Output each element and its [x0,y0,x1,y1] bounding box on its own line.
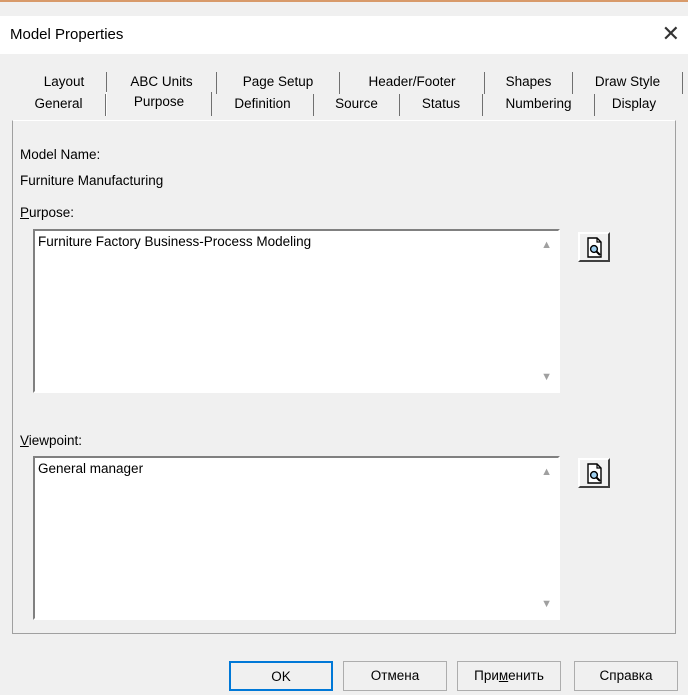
viewpoint-textarea[interactable]: General manager ▲ ▼ [33,456,560,620]
tab-general[interactable]: General [12,94,106,116]
window-title: Model Properties [10,26,124,43]
tab-page-setup[interactable]: Page Setup [217,72,340,94]
scroll-down-icon[interactable]: ▼ [541,371,552,383]
ok-button[interactable]: OK [229,661,333,691]
viewpoint-label-rest: iewpoint: [28,433,83,448]
viewpoint-label: Viewpoint: [20,433,82,448]
apply-label-pre: При [474,668,499,683]
purpose-label-rest: urpose: [29,205,75,220]
model-name-value: Furniture Manufacturing [20,173,164,188]
tab-row-2: General Purpose Definition Source Status… [12,92,673,116]
purpose-label-mnemonic: P [20,205,30,220]
model-name-label: Model Name: [20,147,101,162]
magnifier-document-icon [587,463,602,484]
tab-numbering[interactable]: Numbering [483,94,595,116]
tab-abc-units[interactable]: ABC Units [107,72,217,94]
apply-label-mnemonic: м [498,668,509,683]
tab-status[interactable]: Status [400,94,483,116]
apply-label-post: енить [508,668,544,683]
help-button[interactable]: Справка [574,661,678,691]
tab-purpose[interactable]: Purpose [106,92,212,116]
magnifier-document-icon [587,237,602,258]
close-icon[interactable]: ✕ [662,21,680,47]
title-bar: Model Properties ✕ [0,16,688,54]
viewpoint-label-mnemonic: V [20,433,29,448]
purpose-label: Purpose: [20,205,74,220]
tab-source[interactable]: Source [314,94,400,116]
scroll-up-icon[interactable]: ▲ [541,239,552,251]
purpose-browse-button[interactable] [578,232,610,262]
viewpoint-text: General manager [38,461,144,476]
tab-layout[interactable]: Layout [22,72,107,94]
tab-draw-style[interactable]: Draw Style [573,72,683,94]
tab-shapes[interactable]: Shapes [485,72,573,94]
purpose-textarea[interactable]: Furniture Factory Business-Process Model… [33,229,560,393]
viewpoint-browse-button[interactable] [578,458,610,488]
tab-display[interactable]: Display [595,94,673,116]
cancel-button[interactable]: Отмена [343,661,447,691]
tab-header-footer[interactable]: Header/Footer [340,72,485,94]
purpose-text: Furniture Factory Business-Process Model… [38,234,312,249]
scroll-up-icon[interactable]: ▲ [541,466,552,478]
apply-button[interactable]: Применить [457,661,561,691]
tab-definition[interactable]: Definition [212,94,314,116]
scroll-down-icon[interactable]: ▼ [541,598,552,610]
tab-row-1: Layout ABC Units Page Setup Header/Foote… [22,72,683,94]
window-top-border [0,0,688,16]
